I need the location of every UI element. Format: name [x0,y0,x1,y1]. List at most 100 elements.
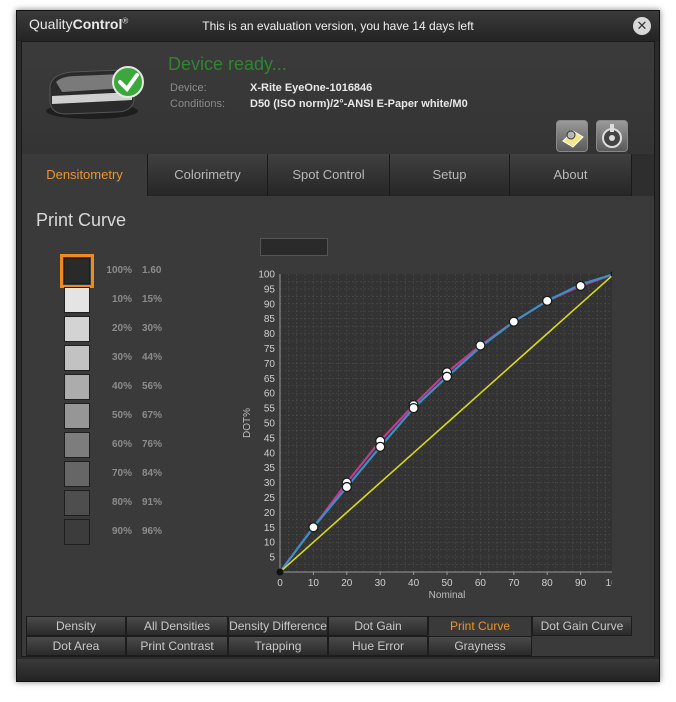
y-tick-label: 20 [264,508,276,519]
swatch-nominal: 50% [111,410,132,421]
subtab-dot-gain[interactable]: Dot Gain [328,616,428,636]
y-tick-label: 45 [264,433,276,444]
y-tick-label: 40 [264,448,276,459]
color-swatch[interactable] [60,254,94,288]
calibrate-button[interactable] [556,120,588,152]
app-window: QualityControl® This is an evaluation ve… [16,10,660,682]
y-tick-label: 65 [264,374,276,385]
data-point-marker [341,481,352,493]
data-point-marker [542,295,553,306]
data-point-marker [441,371,453,382]
swatch-nominal: 70% [111,468,132,479]
data-point-marker [375,441,386,452]
data-point-marker [308,522,319,533]
main-panel: Device ready... Device: X-Rite EyeOne-10… [21,41,655,657]
title-bar[interactable]: QualityControl® This is an evaluation ve… [17,11,659,41]
close-button[interactable]: ✕ [633,17,651,35]
sub-tab-bar: Density All Densities Density Difference Do… [26,616,656,656]
y-tick-label: 95 [264,284,276,295]
print-curve-chart: 5101520253035404550556065707580859095100… [242,270,612,601]
subtab-hue-error[interactable]: Hue Error [328,636,428,656]
data-point-marker [508,316,519,327]
x-tick-label: 100 [606,578,612,589]
data-point-marker [408,402,419,414]
swatch-value: 1.60 [142,265,162,276]
y-tick-label: 70 [264,359,276,370]
tab-densitometry[interactable]: Densitometry [22,154,148,196]
color-swatch[interactable] [64,403,90,429]
color-swatch[interactable] [64,316,90,342]
swatch-value: 84% [142,468,163,479]
window-title: This is an evaluation version, you have … [202,19,474,33]
data-point-marker [475,340,486,351]
conditions-row: Conditions: D50 (ISO norm)/2°-ANSI E-Pap… [170,98,468,110]
x-tick-label: 10 [308,578,320,589]
y-tick-label: 85 [264,314,276,325]
color-swatch[interactable] [64,287,90,313]
swatch-nominal: 80% [111,497,132,508]
spectrophotometer-device-icon [46,66,144,119]
tab-colorimetry[interactable]: Colorimetry [148,154,268,196]
swatch-value: 67% [142,410,163,421]
main-tab-bar: Densitometry Colorimetry Spot Control Se… [22,154,654,196]
swatch-value: 44% [142,352,163,363]
x-tick-label: 20 [341,578,353,589]
x-tick-label: 40 [408,578,420,589]
x-tick-label: 80 [542,578,554,589]
swatch-value: 56% [142,381,163,392]
device-value: X-Rite EyeOne-1016846 [250,82,373,94]
y-tick-label: 60 [264,389,276,400]
x-tick-label: 70 [508,578,520,589]
device-row: Device: X-Rite EyeOne-1016846 [170,82,372,94]
device-measure-icon [602,124,622,148]
y-tick-label: 25 [264,493,276,504]
data-point-marker [575,280,586,292]
y-tick-label: 10 [264,538,276,549]
y-tick-label: 100 [258,270,275,281]
tab-spot-control[interactable]: Spot Control [268,154,390,196]
subtab-dot-area[interactable]: Dot Area [26,636,126,656]
subtab-trapping[interactable]: Trapping [228,636,328,656]
subtab-density[interactable]: Density [26,616,126,636]
swatch-nominal: 90% [111,526,132,537]
color-swatch[interactable] [64,461,90,487]
color-swatch[interactable] [64,432,90,458]
swatch-nominal: 40% [111,381,132,392]
subtab-density-difference[interactable]: Density Difference [228,616,328,636]
y-tick-label: 90 [264,299,276,310]
x-tick-label: 60 [475,578,487,589]
y-tick-label: 75 [264,344,276,355]
swatch-value: 91% [142,497,163,508]
x-tick-label: 30 [375,578,387,589]
swatch-value: 76% [142,439,163,450]
subtab-print-curve[interactable]: Print Curve [428,616,532,636]
y-tick-label: 35 [264,463,276,474]
tab-about[interactable]: About [510,154,632,196]
tab-setup[interactable]: Setup [390,154,510,196]
swatch-nominal: 30% [111,352,132,363]
subtab-all-densities[interactable]: All Densities [126,616,228,636]
color-swatch[interactable] [64,374,90,400]
x-axis-label: Nominal [429,590,466,601]
subtab-dot-gain-curve[interactable]: Dot Gain Curve [532,616,632,636]
x-tick-label: 50 [441,578,453,589]
device-header: Device ready... Device: X-Rite EyeOne-10… [22,42,654,154]
calibration-tile-icon [562,130,584,148]
color-swatch[interactable] [64,519,90,545]
y-tick-label: 50 [264,419,276,430]
swatch-nominal: 10% [111,294,132,305]
color-swatch[interactable] [64,490,90,516]
subtab-print-contrast[interactable]: Print Contrast [126,636,228,656]
swatch-nominal: 60% [111,439,132,450]
color-swatch[interactable] [64,345,90,371]
page-title: Print Curve [36,210,127,230]
measure-button[interactable] [596,120,628,152]
y-tick-label: 80 [264,329,276,340]
subtab-grayness[interactable]: Grayness [428,636,532,656]
device-label: Device: [170,82,207,94]
swatch-value: 15% [142,294,163,305]
curve-start-point [276,568,284,576]
swatch-nominal: 20% [111,323,132,334]
x-tick-label: 90 [575,578,587,589]
y-tick-label: 30 [264,478,276,489]
